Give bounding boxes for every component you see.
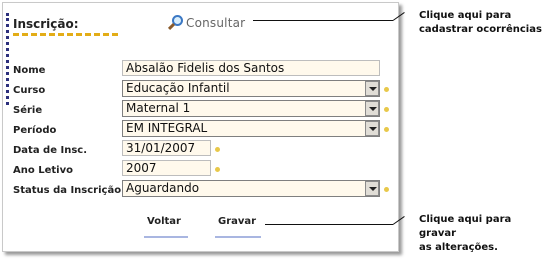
data-insc-field[interactable]: 31/01/2007 <box>122 140 211 156</box>
chevron-down-icon[interactable] <box>365 121 379 136</box>
required-dot-icon <box>215 167 220 172</box>
required-dot-icon <box>384 107 389 112</box>
required-dot-icon <box>215 147 220 152</box>
chevron-down-icon[interactable] <box>365 101 379 116</box>
status-value: Aguardando <box>126 181 200 195</box>
gravar-callout-line2: as alterações. <box>419 242 498 253</box>
magnifier-icon <box>167 14 183 31</box>
consultar-callout-line2: cadastrar ocorrências <box>419 24 542 35</box>
periodo-label: Período <box>13 125 57 136</box>
serie-label: Série <box>13 105 43 116</box>
consultar-pointer <box>253 20 393 21</box>
gravar-pointer <box>265 224 393 225</box>
gravar-button[interactable]: Gravar <box>218 216 256 227</box>
data-insc-label: Data de Insc. <box>13 145 87 156</box>
page-title: Inscrição: <box>13 17 79 31</box>
voltar-button[interactable]: Voltar <box>147 216 181 227</box>
nome-field[interactable]: Absalão Fidelis dos Santos <box>122 60 380 76</box>
chevron-down-icon[interactable] <box>365 181 379 196</box>
periodo-select[interactable]: EM INTEGRAL <box>122 120 380 137</box>
required-dot-icon <box>384 127 389 132</box>
consultar-link[interactable]: Consultar <box>167 14 246 31</box>
consultar-label: Consultar <box>186 16 246 30</box>
gravar-callout: Clique aqui para gravar as alterações. <box>419 213 544 255</box>
curso-select[interactable]: Educação Infantil <box>122 80 380 97</box>
required-dot-icon <box>384 87 389 92</box>
voltar-underline <box>144 236 188 238</box>
consultar-callout-line1: Clique aqui para <box>419 10 512 21</box>
title-underline <box>13 33 118 36</box>
curso-value: Educação Infantil <box>126 81 230 95</box>
ano-letivo-field[interactable]: 2007 <box>122 160 211 176</box>
gravar-callout-line1: Clique aqui para gravar <box>419 214 512 239</box>
required-dot-icon <box>384 187 389 192</box>
enrollment-panel: Inscrição: Consultar Nome Absalão Fideli… <box>2 2 399 252</box>
periodo-value: EM INTEGRAL <box>126 121 208 135</box>
sidebar-dotted-border <box>6 13 9 105</box>
consultar-callout: Clique aqui para cadastrar ocorrências <box>419 9 542 37</box>
nome-label: Nome <box>13 65 46 76</box>
status-label: Status da Inscrição <box>13 185 122 196</box>
chevron-down-icon[interactable] <box>365 81 379 96</box>
ano-letivo-label: Ano Letivo <box>13 165 73 176</box>
status-select[interactable]: Aguardando <box>122 180 380 197</box>
serie-select[interactable]: Maternal 1 <box>122 100 380 117</box>
gravar-underline <box>215 236 261 238</box>
curso-label: Curso <box>13 85 46 96</box>
serie-value: Maternal 1 <box>126 101 191 115</box>
